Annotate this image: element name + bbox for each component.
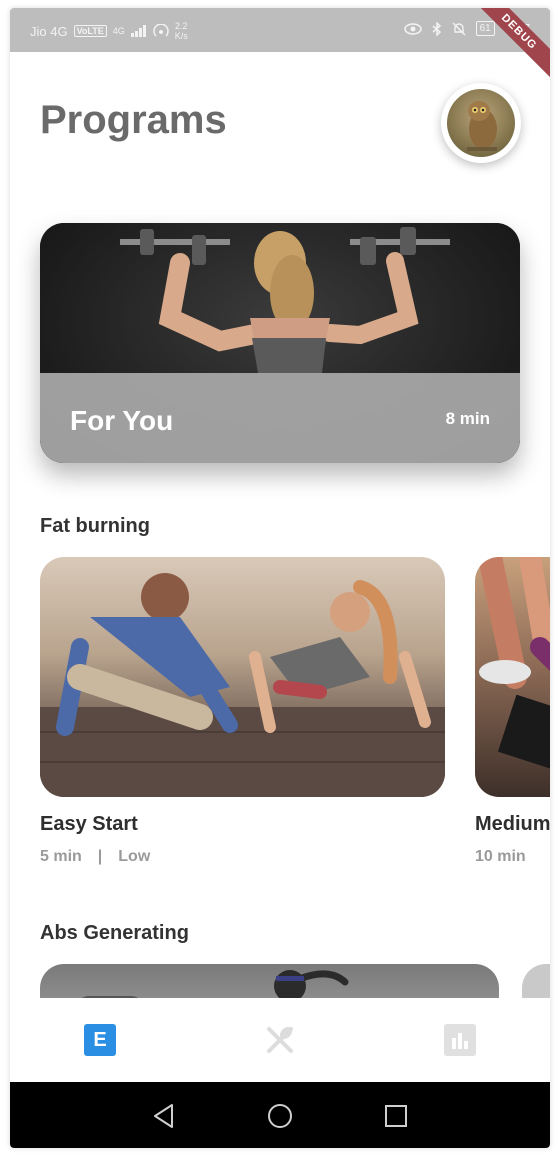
easy-start-meta: 5 min | Low	[40, 848, 150, 866]
back-triangle-icon	[154, 1104, 173, 1128]
page-title: Programs	[40, 98, 227, 142]
network-label: 4G	[112, 26, 125, 36]
back-button[interactable]	[150, 1102, 178, 1130]
easy-start-card-image[interactable]	[40, 557, 445, 797]
easy-start-level: Low	[118, 848, 151, 865]
signal-icon	[130, 25, 146, 37]
mute-bell-icon	[452, 22, 466, 35]
carrier-label: Jio 4G	[30, 23, 68, 39]
bar-chart-icon	[452, 1033, 468, 1049]
recents-button[interactable]	[382, 1102, 410, 1130]
step-workout-image	[478, 557, 550, 780]
volte-badge: VoLTE	[73, 25, 107, 37]
fork-spoon-icon	[267, 1026, 293, 1053]
for-you-card[interactable]: For You 8 min	[40, 223, 520, 463]
nav-meals-icon[interactable]	[264, 1024, 296, 1056]
debug-ribbon: DEBUG	[465, 8, 550, 86]
speed-indicator: 2.2 K/s	[174, 21, 188, 41]
feature-title: For You	[70, 405, 174, 436]
status-left: Jio 4G VoLTE 4G 2.2 K/s	[30, 21, 188, 41]
home-button[interactable]	[266, 1102, 294, 1130]
easy-start-title: Easy Start	[40, 813, 138, 835]
easy-start-duration: 5 min	[40, 848, 82, 865]
medium-card-image[interactable]	[475, 557, 550, 797]
bottom-nav: E	[10, 998, 550, 1082]
home-circle-icon	[268, 1104, 292, 1128]
eye-icon	[403, 22, 422, 35]
nav-home-icon[interactable]: E	[84, 1024, 116, 1056]
owl-icon	[467, 101, 497, 151]
nav-stats-icon[interactable]	[444, 1024, 476, 1056]
medium-title: Medium	[475, 813, 550, 835]
system-nav-bar	[10, 1082, 550, 1148]
meta-separator: |	[97, 848, 103, 865]
section-title-abs-generating: Abs Generating	[40, 922, 189, 944]
pushup-image	[40, 573, 445, 797]
phone-screen: Jio 4G VoLTE 4G 2.2K/s 61 8:17 DEBUG Pro…	[10, 8, 550, 1148]
feature-duration: 8 min	[445, 409, 490, 428]
hotspot-icon	[153, 24, 169, 37]
bluetooth-icon	[432, 21, 441, 36]
recents-square-icon	[385, 1105, 407, 1127]
section-title-fat-burning: Fat burning	[40, 515, 150, 537]
medium-meta: 10 min	[475, 848, 526, 866]
battery-indicator: 61	[475, 21, 495, 36]
avatar-image	[447, 89, 515, 157]
status-bar: Jio 4G VoLTE 4G 2.2K/s 61 8:17 DEBUG	[10, 8, 550, 86]
medium-duration: 10 min	[475, 848, 526, 865]
avatar[interactable]	[441, 83, 521, 163]
